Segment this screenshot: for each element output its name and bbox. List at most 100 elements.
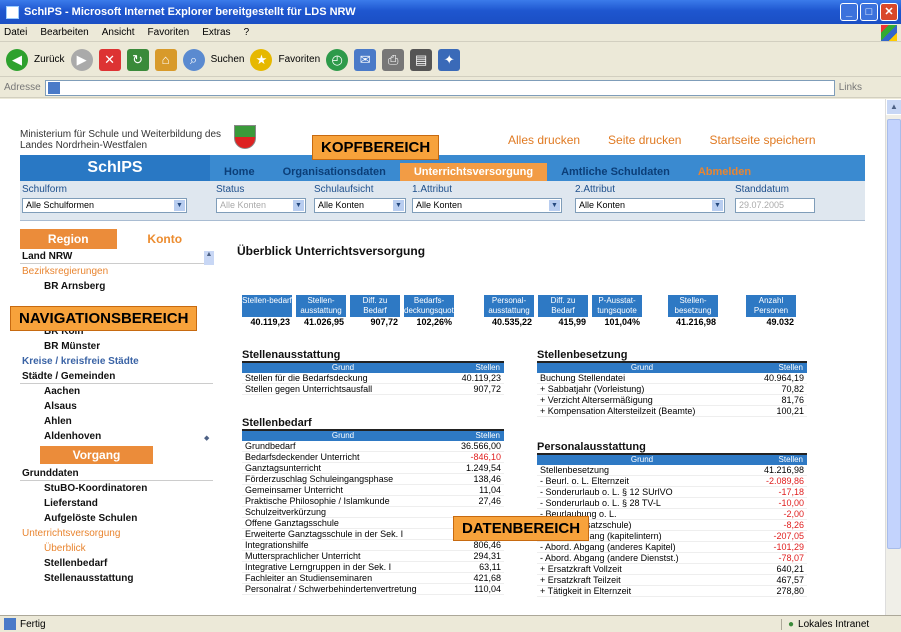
column-header-grund[interactable]: Grund [537, 455, 747, 465]
status-bar: Fertig ● Lokales Intranet [0, 615, 901, 632]
nav-item[interactable]: Stellenausstattung [20, 571, 213, 586]
nav-item[interactable]: Unterrichtsversorgung [20, 526, 213, 541]
nrw-crest-icon [234, 125, 256, 149]
column-header-grund[interactable]: Grund [537, 363, 747, 373]
scroll-up-icon[interactable]: ▲ [886, 99, 901, 115]
row-label: + Tätigkeit in Elternzeit [540, 586, 632, 596]
annotation-navigationsbereich: NAVIGATIONSBEREICH [10, 306, 198, 331]
back-button[interactable]: Zurück [34, 54, 65, 65]
column-header-grund[interactable]: Grund [242, 431, 444, 441]
table-row: + Ersatzkraft Vollzeit 640,21 [537, 564, 807, 575]
nav-item[interactable]: BR Münster [20, 339, 213, 354]
menu-edit[interactable]: Bearbeiten [40, 27, 88, 38]
nav-item[interactable]: Aldenhoven [20, 429, 213, 444]
annotation-datenbereich: DATENBEREICH [453, 516, 590, 541]
filter-standdatum-input[interactable]: 29.07.2005 [735, 198, 815, 213]
nav-item[interactable]: Kreise / kreisfreie Städte [20, 354, 213, 369]
edit-icon[interactable]: ▤ [410, 48, 433, 71]
column-header-stellen[interactable]: Stellen [747, 455, 807, 465]
favorites-button[interactable]: Favoriten [278, 54, 320, 65]
filter-schulform-select[interactable]: Alle Schulformen ▼ [22, 198, 187, 213]
filter-attribut2-select[interactable]: Alle Konten ▼ [575, 198, 725, 213]
filter-status-select[interactable]: Alle Konten ▼ [216, 198, 306, 213]
filter-label-attribut2: 2.Attribut [575, 184, 616, 195]
refresh-icon[interactable]: ↻ [126, 48, 149, 71]
nav-scroll-up-icon[interactable]: ▲ [204, 251, 214, 265]
menu-favorites[interactable]: Favoriten [148, 27, 190, 38]
print-icon[interactable]: ⎙ [382, 48, 405, 71]
filter-attribut1-select[interactable]: Alle Konten ▼ [412, 198, 562, 213]
nav-item[interactable]: Städte / Gemeinden [20, 369, 213, 384]
nav-item[interactable]: Aufgelöste Schulen [20, 511, 213, 526]
tab-amtliche-schuldaten[interactable]: Amtliche Schuldaten [547, 163, 684, 181]
intranet-icon: ● [788, 618, 795, 630]
close-button[interactable]: ✕ [880, 3, 898, 21]
tab-abmelden[interactable]: Abmelden [684, 163, 765, 181]
messenger-icon[interactable]: ✦ [438, 48, 461, 71]
menu-help[interactable]: ? [244, 27, 250, 38]
nav-item[interactable]: Aachen [20, 384, 213, 399]
stop-icon[interactable]: ✕ [98, 48, 121, 71]
maximize-button[interactable]: □ [860, 3, 878, 21]
favorites-star-icon[interactable]: ★ [250, 48, 273, 71]
row-label: + Kompensation Altersteilzeit (Beamte) [540, 406, 696, 416]
row-label: + Sabbatjahr (Vorleistung) [540, 384, 645, 394]
nav-tab-konto[interactable]: Konto [116, 229, 213, 249]
menu-tools[interactable]: Extras [202, 27, 230, 38]
nav-item[interactable]: Stellenbedarf [20, 556, 213, 571]
nav-item[interactable]: BR Arnsberg [20, 279, 213, 294]
tab-organisationsdaten[interactable]: Organisationsdaten [269, 163, 400, 181]
column-header-grund[interactable]: Grund [242, 363, 444, 373]
links-label[interactable]: Links [839, 82, 862, 93]
nav-scroll-down-icon[interactable]: ◆ [204, 434, 214, 444]
nav-tab-region[interactable]: Region [20, 229, 117, 249]
tab-unterrichtsversorgung[interactable]: Unterrichtsversorgung [399, 163, 548, 181]
page-title: Überblick Unterrichtsversorgung [237, 244, 426, 258]
nav-item[interactable]: Ahlen [20, 414, 213, 429]
nav-item[interactable]: Land NRW [20, 249, 213, 264]
chevron-down-icon: ▼ [712, 200, 723, 211]
nav-item[interactable]: StuBO-Koordinatoren [20, 481, 213, 496]
row-value: -10,00 [778, 498, 804, 508]
column-header-stellen[interactable]: Stellen [444, 431, 504, 441]
row-label: Integrationshilfe [245, 540, 309, 550]
column-header-stellen[interactable]: Stellen [747, 363, 807, 373]
row-value: 81,76 [781, 395, 804, 405]
history-icon[interactable]: ◴ [326, 48, 349, 71]
table-row: - Sonderurlaub o. L. § 12 SUrlVO -17,18 [537, 487, 807, 498]
table-row: - Beurl. o. L. Elternzeit -2.089,86 [537, 476, 807, 487]
kpi-value: 102,26% [416, 317, 452, 327]
scroll-thumb[interactable] [887, 119, 901, 549]
kpi-card: Stellen-besetzung 41.216,98 [668, 295, 718, 328]
menu-view[interactable]: Ansicht [102, 27, 135, 38]
nav-item[interactable]: Grunddaten [20, 466, 213, 481]
column-header-stellen[interactable]: Stellen [444, 363, 504, 373]
save-start-link[interactable]: Startseite speichern [709, 133, 815, 147]
nav-item[interactable]: Bezirksregierungen [20, 264, 213, 279]
search-button[interactable]: Suchen [211, 54, 245, 65]
row-value: 110,04 [474, 584, 501, 594]
nav-section-vorgang[interactable]: Vorgang [40, 446, 153, 464]
kpi-card: Diff. zu Bedarf 907,72 [350, 295, 400, 328]
tab-home[interactable]: Home [210, 163, 269, 181]
table-header: Grund Stellen [242, 431, 504, 441]
page-scrollbar[interactable]: ▲ [885, 99, 901, 615]
nav-item[interactable]: Alsaus [20, 399, 213, 414]
nav-item[interactable]: Überblick [20, 541, 213, 556]
main-nav: SchIPS Home Organisationsdaten Unterrich… [20, 155, 865, 181]
menu-file[interactable]: Datei [4, 27, 27, 38]
row-value: 421,68 [473, 573, 501, 583]
search-icon[interactable]: ⌕ [182, 48, 205, 71]
print-page-link[interactable]: Seite drucken [608, 133, 681, 147]
back-arrow-icon[interactable]: ◀ [6, 48, 28, 71]
mail-icon[interactable]: ✉ [354, 48, 377, 71]
title-bar: SchIPS - Microsoft Internet Explorer ber… [0, 0, 901, 24]
address-input[interactable] [44, 79, 835, 96]
filter-schulaufsicht-select[interactable]: Alle Konten ▼ [314, 198, 406, 213]
forward-arrow-icon[interactable]: ▶ [70, 48, 93, 71]
filter-status-value: Alle Konten [220, 200, 267, 210]
print-all-link[interactable]: Alles drucken [508, 133, 580, 147]
nav-item[interactable]: Lieferstand [20, 496, 213, 511]
home-icon[interactable]: ⌂ [154, 48, 177, 71]
minimize-button[interactable]: _ [840, 3, 858, 21]
